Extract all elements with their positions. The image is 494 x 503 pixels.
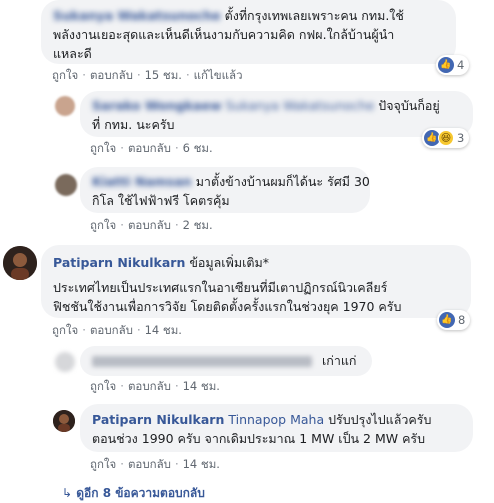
reply-link[interactable]: ตอบกลับ [128, 218, 171, 232]
comment-author[interactable]: Patiparn Nikulkarn [53, 255, 185, 270]
view-more-replies-link[interactable]: ↳ ดูอีก 8 ข้อความตอบกลับ [62, 484, 205, 503]
comment-actions: ถูกใจ · ตอบกลับ · 14 ชม. [90, 379, 220, 393]
like-link[interactable]: ถูกใจ [52, 323, 78, 337]
comment-text: ฟิชชันใช้งานเพื่อการวิจัย โดยติดตั้งครั้… [53, 299, 402, 314]
comment-bubble: Patiparn Nikulkarn ข้อมูลเพิ่มเติม* ประเ… [41, 245, 471, 318]
comment-text: ที่ กทม. นะครับ [92, 117, 175, 132]
reply-link[interactable]: ตอบกลับ [90, 323, 133, 337]
tagged-user[interactable]: Sukanya Wakatsunoche [226, 98, 375, 113]
reaction-count[interactable]: 👍 8 [437, 310, 471, 330]
redacted-author [92, 356, 312, 367]
reply-arrow-icon: ↳ [62, 486, 73, 500]
comment-author[interactable]: Sarako Wongkaew [92, 98, 222, 113]
like-link[interactable]: ถูกใจ [52, 68, 78, 82]
reply-link[interactable]: ตอบกลับ [128, 457, 171, 471]
comment-bubble: Sarako Wongkaew Sukanya Wakatsunoche ปัจ… [80, 91, 473, 137]
comment-text: ปรับปรุงไปแล้วครับ [328, 412, 432, 427]
comment-text: มาตั้งข้างบ้านผมก็ได้นะ รัศมี 30 [195, 174, 370, 189]
comment-text: เก่าแก่ [321, 353, 357, 368]
comment-text: กิโล ใช้ไฟฟ้าฟรี โคตรคุ้ม [92, 193, 230, 208]
comment-text: แหละดี [53, 46, 92, 61]
comment-author[interactable]: Kiatti Namsan [92, 174, 192, 189]
tagged-user[interactable]: Tinnapop Maha [228, 412, 324, 427]
thumbs-up-icon: 👍 [438, 57, 454, 73]
comment-bubble: Kiatti Namsan มาตั้งข้างบ้านผมก็ได้นะ รั… [80, 167, 370, 213]
avatar[interactable] [53, 410, 75, 432]
like-link[interactable]: ถูกใจ [90, 141, 116, 155]
reaction-count[interactable]: 👍 4 [436, 55, 470, 75]
like-link[interactable]: ถูกใจ [90, 218, 116, 232]
avatar[interactable] [55, 174, 77, 196]
comment-bubble: เก่าแก่ [80, 346, 372, 376]
comment-actions: ถูกใจ · ตอบกลับ · 15 ชม. · แก้ไขแล้ว [52, 68, 243, 82]
like-link[interactable]: ถูกใจ [90, 379, 116, 393]
comment-text: ตั้งที่กรุงเทพเลยเพราะคน กทม.ใช้ [224, 8, 404, 23]
comment-actions: ถูกใจ · ตอบกลับ · 14 ชม. [90, 457, 220, 471]
comment-author[interactable]: Sukanya Wakatsunoche [53, 8, 221, 23]
comment-bubble: Patiparn Nikulkarn Tinnapop Maha ปรับปรุ… [80, 404, 473, 452]
haha-icon: 😆 [438, 130, 454, 146]
reply-link[interactable]: ตอบกลับ [128, 141, 171, 155]
timestamp[interactable]: 14 ชม. [183, 379, 220, 393]
comment-actions: ถูกใจ · ตอบกลับ · 6 ชม. [90, 141, 213, 155]
timestamp[interactable]: 6 ชม. [183, 141, 213, 155]
comment-text: ข้อมูลเพิ่มเติม* [189, 255, 269, 270]
comment-text: ประเทศไทยเป็นประเทศแรกในอาเซียนที่มีเตาป… [53, 280, 388, 295]
comment-text: ปัจจุบันก็อยู่ [378, 98, 440, 113]
avatar[interactable] [3, 246, 37, 280]
comment-bubble: Sukanya Wakatsunoche ตั้งที่กรุงเทพเลยเพ… [41, 0, 456, 64]
avatar-image [3, 246, 37, 280]
avatar[interactable] [55, 352, 75, 372]
reply-link[interactable]: ตอบกลับ [90, 68, 133, 82]
comment-actions: ถูกใจ · ตอบกลับ · 2 ชม. [90, 218, 213, 232]
avatar[interactable] [55, 96, 75, 116]
comment-text: พลังงานเยอะสุดและเห็นดีเห็นงามกับความคิด… [53, 27, 395, 42]
reaction-count[interactable]: 👍 😆 3 [422, 128, 470, 148]
timestamp[interactable]: 14 ชม. [145, 323, 182, 337]
timestamp[interactable]: 2 ชม. [183, 218, 213, 232]
comment-actions: ถูกใจ · ตอบกลับ · 14 ชม. [52, 323, 182, 337]
reply-link[interactable]: ตอบกลับ [128, 379, 171, 393]
thumbs-up-icon: 👍 [439, 312, 455, 328]
comment-text: ตอนช่วง 1990 ครับ จากเดิมประมาณ 1 MW เป็… [92, 431, 426, 446]
avatar-image [53, 410, 75, 432]
timestamp[interactable]: 14 ชม. [183, 457, 220, 471]
like-link[interactable]: ถูกใจ [90, 457, 116, 471]
comment-author[interactable]: Patiparn Nikulkarn [92, 412, 224, 427]
timestamp[interactable]: 15 ชม. [145, 68, 182, 82]
edited-label[interactable]: แก้ไขแล้ว [194, 68, 243, 82]
